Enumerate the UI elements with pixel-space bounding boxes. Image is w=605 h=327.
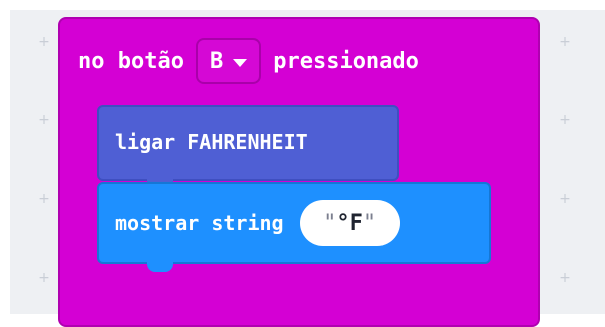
close-quote-glyph: " [362, 210, 377, 236]
workspace-grid-marker: + [38, 270, 50, 286]
open-quote-glyph: " [323, 210, 337, 236]
show-string-block[interactable]: mostrar string " °F " [97, 182, 491, 272]
workspace-grid-marker: + [38, 191, 50, 207]
block-connector-notch [147, 262, 173, 272]
string-value-text: °F [336, 210, 363, 236]
workspace-grid-marker: + [559, 112, 571, 128]
turn-on-label: ligar FAHRENHEIT [115, 130, 308, 154]
event-header: no botão B pressionado [78, 37, 419, 85]
string-value-input[interactable]: " °F " [299, 200, 400, 246]
event-block-bottom-lip[interactable] [58, 264, 540, 314]
event-prefix-label: no botão [78, 48, 184, 74]
show-string-label: mostrar string [115, 211, 284, 235]
button-dropdown-value: B [209, 48, 224, 74]
show-string-row: mostrar string " °F " [115, 200, 400, 246]
chevron-down-icon [233, 58, 248, 67]
event-suffix-label: pressionado [273, 48, 419, 74]
button-dropdown[interactable]: B [195, 38, 262, 84]
workspace-grid-marker: + [559, 270, 571, 286]
turn-on-fahrenheit-block[interactable]: ligar FAHRENHEIT [97, 105, 399, 189]
workspace-grid-marker: + [38, 34, 50, 50]
workspace-grid-marker: + [559, 191, 571, 207]
workspace-grid-marker: + [38, 112, 50, 128]
workspace-grid-marker: + [559, 34, 571, 50]
